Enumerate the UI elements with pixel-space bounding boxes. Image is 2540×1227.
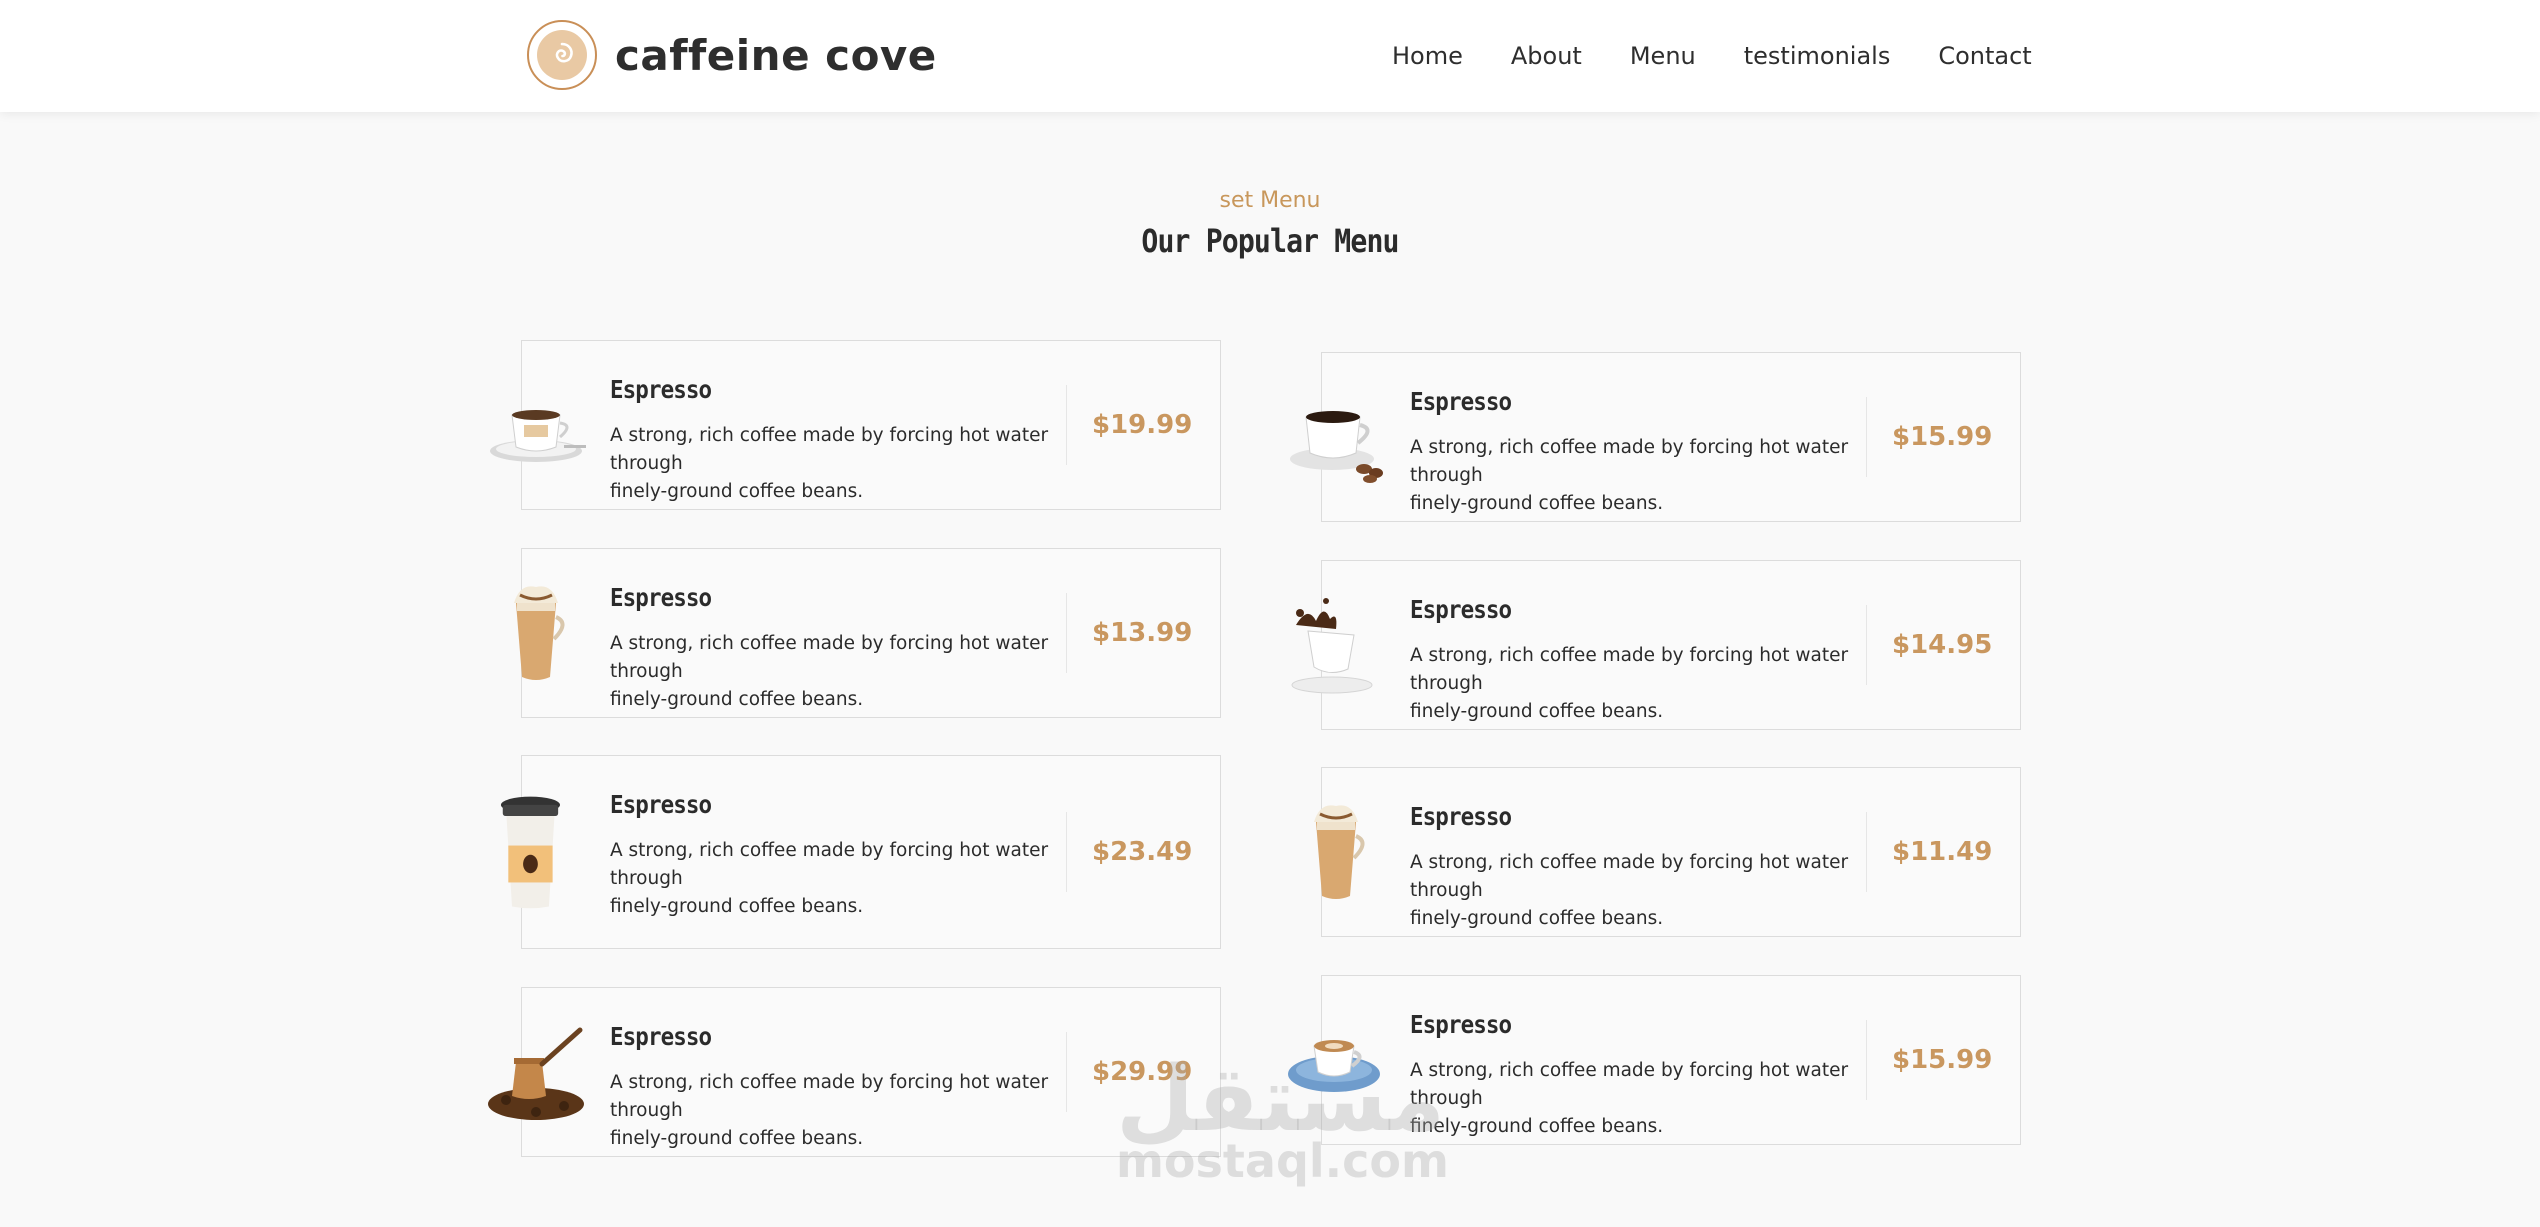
menu-item-price: $23.49	[1092, 837, 1193, 867]
logo-icon	[527, 20, 597, 90]
brand-name: caffeine cove	[615, 30, 937, 80]
description-line: finely-ground coffee beans.	[1410, 701, 1664, 722]
description-line: A strong, rich coffee made by forcing ho…	[610, 840, 1049, 889]
menu-item-name: Espresso	[610, 375, 712, 404]
menu-item-description: A strong, rich coffee made by forcing ho…	[610, 422, 1070, 506]
description-line: finely-ground coffee beans.	[610, 896, 864, 917]
description-line: A strong, rich coffee made by forcing ho…	[610, 633, 1049, 682]
menu-item-price: $15.99	[1892, 422, 1993, 452]
description-line: A strong, rich coffee made by forcing ho…	[610, 1072, 1049, 1121]
description-line: finely-ground coffee beans.	[610, 1128, 864, 1149]
divider	[1866, 1020, 1867, 1100]
menu-item-card[interactable]: Espresso A strong, rich coffee made by f…	[1290, 352, 2021, 522]
menu-item-description: A strong, rich coffee made by forcing ho…	[610, 630, 1070, 714]
nav-about[interactable]: About	[1511, 34, 1582, 78]
menu-item-name: Espresso	[1410, 595, 1512, 624]
section-eyebrow: set Menu	[1219, 188, 1321, 213]
menu-item-name: Espresso	[610, 790, 712, 819]
menu-item-price: $19.99	[1092, 410, 1193, 440]
description-line: A strong, rich coffee made by forcing ho…	[1410, 1060, 1849, 1109]
menu-item-body: Espresso A strong, rich coffee made by f…	[1410, 1010, 1870, 1141]
divider	[1066, 1032, 1067, 1112]
divider	[1066, 385, 1067, 465]
takeaway-cup-icon	[484, 787, 588, 917]
frappe-icon	[484, 573, 588, 693]
description-line: finely-ground coffee beans.	[610, 689, 864, 710]
description-line: A strong, rich coffee made by forcing ho…	[610, 425, 1049, 474]
menu-item-card[interactable]: Espresso A strong, rich coffee made by f…	[490, 340, 1221, 510]
description-line: A strong, rich coffee made by forcing ho…	[1410, 645, 1849, 694]
menu-item-price: $15.99	[1892, 1045, 1993, 1075]
turkish-pot-icon	[484, 1012, 588, 1132]
menu-item-name: Espresso	[610, 583, 712, 612]
espresso-cup-icon	[484, 365, 588, 485]
menu-item-price: $14.95	[1892, 630, 1993, 660]
menu-item-body: Espresso A strong, rich coffee made by f…	[1410, 387, 1870, 518]
nav-contact[interactable]: Contact	[1938, 34, 2031, 78]
menu-item-card[interactable]: Espresso A strong, rich coffee made by f…	[500, 755, 1221, 949]
divider	[1866, 605, 1867, 685]
menu-item-name: Espresso	[1410, 802, 1512, 831]
menu-item-name: Espresso	[1410, 1010, 1512, 1039]
menu-item-description: A strong, rich coffee made by forcing ho…	[1410, 434, 1870, 518]
section-title: Our Popular Menu	[1141, 222, 1399, 260]
description-line: A strong, rich coffee made by forcing ho…	[1410, 852, 1849, 901]
description-line: finely-ground coffee beans.	[610, 481, 864, 502]
menu-item-card[interactable]: Espresso A strong, rich coffee made by f…	[488, 987, 1221, 1157]
menu-item-name: Espresso	[610, 1022, 712, 1051]
menu-item-price: $29.99	[1092, 1057, 1193, 1087]
menu-item-card[interactable]: Espresso A strong, rich coffee made by f…	[514, 548, 1221, 718]
menu-item-price: $11.49	[1892, 837, 1993, 867]
coffee-cup-beans-icon	[1284, 377, 1388, 497]
menu-item-body: Espresso A strong, rich coffee made by f…	[610, 790, 1070, 921]
divider	[1066, 812, 1067, 892]
menu-item-card[interactable]: Espresso A strong, rich coffee made by f…	[1288, 975, 2021, 1145]
menu-item-price: $13.99	[1092, 618, 1193, 648]
main-nav: Home About Menu testimonials Contact	[1392, 34, 2032, 78]
description-line: A strong, rich coffee made by forcing ho…	[1410, 437, 1849, 486]
menu-item-body: Espresso A strong, rich coffee made by f…	[1410, 802, 1870, 933]
menu-item-body: Espresso A strong, rich coffee made by f…	[610, 375, 1070, 506]
nav-home[interactable]: Home	[1392, 34, 1463, 78]
divider	[1866, 397, 1867, 477]
menu-item-name: Espresso	[1410, 387, 1512, 416]
menu-item-card[interactable]: Espresso A strong, rich coffee made by f…	[1291, 560, 2021, 730]
menu-item-card[interactable]: Espresso A strong, rich coffee made by f…	[1314, 767, 2021, 937]
divider	[1066, 593, 1067, 673]
nav-menu[interactable]: Menu	[1630, 34, 1696, 78]
frappe-icon	[1284, 792, 1388, 912]
brand[interactable]: caffeine cove	[527, 20, 937, 90]
site-header: caffeine cove Home About Menu testimonia…	[0, 0, 2540, 112]
menu-item-description: A strong, rich coffee made by forcing ho…	[610, 1069, 1070, 1153]
description-line: finely-ground coffee beans.	[1410, 493, 1664, 514]
divider	[1866, 812, 1867, 892]
cappuccino-cup-icon	[1284, 1000, 1388, 1120]
menu-item-body: Espresso A strong, rich coffee made by f…	[610, 1022, 1070, 1153]
description-line: finely-ground coffee beans.	[1410, 1116, 1664, 1137]
menu-item-description: A strong, rich coffee made by forcing ho…	[1410, 849, 1870, 933]
splash-cup-icon	[1284, 585, 1388, 705]
menu-item-body: Espresso A strong, rich coffee made by f…	[610, 583, 1070, 714]
menu-item-body: Espresso A strong, rich coffee made by f…	[1410, 595, 1870, 726]
description-line: finely-ground coffee beans.	[1410, 908, 1664, 929]
menu-item-description: A strong, rich coffee made by forcing ho…	[1410, 1057, 1870, 1141]
menu-item-description: A strong, rich coffee made by forcing ho…	[610, 837, 1070, 921]
nav-testimonials[interactable]: testimonials	[1744, 34, 1891, 78]
menu-item-description: A strong, rich coffee made by forcing ho…	[1410, 642, 1870, 726]
